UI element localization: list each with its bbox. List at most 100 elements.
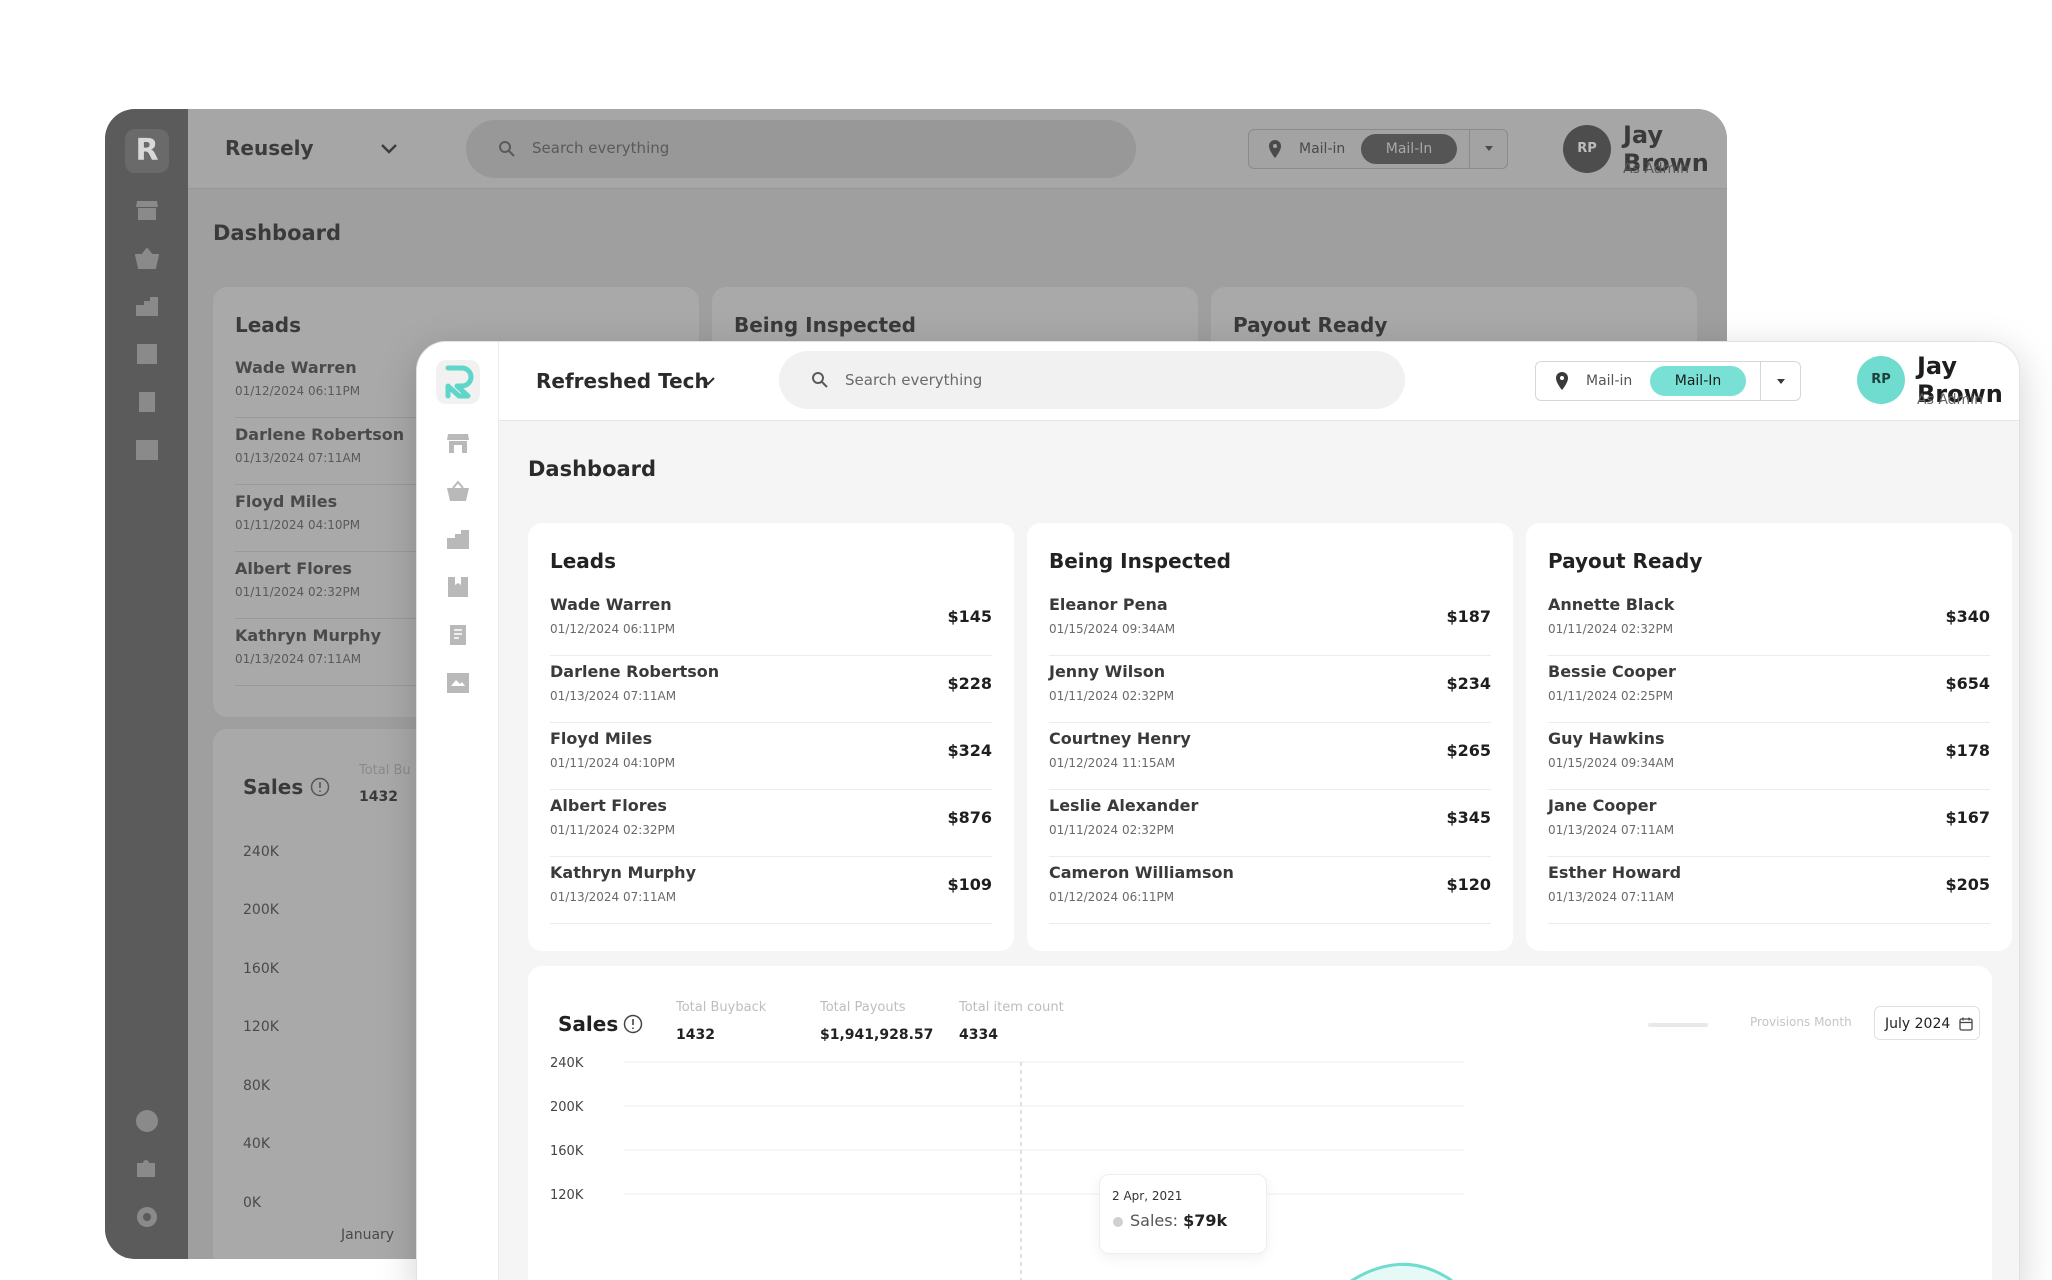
back-topbar: Reusely Search everything Mail-in Mail-I…	[188, 109, 1727, 189]
item-date: 01/11/2024 02:32PM	[235, 585, 361, 599]
back-brand-name[interactable]: Reusely	[225, 136, 314, 160]
page-title: Dashboard	[528, 457, 657, 481]
y-tick-label: 200K	[550, 1100, 584, 1115]
item-name: Darlene Robertson	[235, 425, 405, 444]
help-icon[interactable]	[135, 1109, 159, 1133]
list-item[interactable]: Jane Cooper 01/13/2024 07:11AM $167	[1548, 790, 1990, 857]
info-icon[interactable]	[623, 1014, 643, 1034]
caret-down-icon[interactable]	[1481, 140, 1497, 156]
item-amount: $265	[1446, 741, 1491, 760]
item-name: Kathryn Murphy	[235, 626, 381, 645]
document-icon[interactable]	[135, 391, 159, 413]
back-toggle-option-1[interactable]: Mail-in	[1299, 141, 1345, 157]
tooltip-dot	[1113, 1217, 1123, 1227]
avatar[interactable]: RP	[1857, 356, 1905, 404]
tooltip-date: 2 Apr, 2021	[1112, 1189, 1183, 1203]
list-item[interactable]: Annette Black 01/11/2024 02:32PM $340	[1548, 589, 1990, 656]
tooltip-value-line: Sales: $79k	[1130, 1211, 1227, 1230]
item-name: Wade Warren	[550, 595, 672, 614]
back-search-bar[interactable]: Search everything	[466, 120, 1136, 178]
search-input[interactable]	[845, 365, 1365, 395]
list-item[interactable]: Bessie Cooper 01/11/2024 02:25PM $654	[1548, 656, 1990, 723]
store-icon[interactable]	[135, 199, 159, 221]
item-amount: $178	[1945, 741, 1990, 760]
stat-label: Total Buyback	[676, 1000, 767, 1015]
back-card-title: Payout Ready	[1233, 313, 1388, 337]
item-date: 01/11/2024 02:25PM	[1548, 689, 1674, 703]
item-date: 01/13/2024 07:11AM	[550, 689, 677, 703]
month-picker[interactable]: July 2024	[1874, 1006, 1980, 1040]
item-name: Jenny Wilson	[1049, 662, 1166, 681]
item-date: 01/13/2024 07:11AM	[235, 451, 362, 465]
item-date: 01/12/2024 06:11PM	[550, 622, 676, 636]
card-title: Payout Ready	[1548, 549, 1703, 573]
caret-down-icon[interactable]	[1773, 373, 1789, 389]
item-amount: $187	[1446, 607, 1491, 626]
list-item[interactable]: Albert Flores 01/11/2024 02:32PM $876	[550, 790, 992, 857]
list-item[interactable]: Kathryn Murphy 01/13/2024 07:11AM $109	[550, 857, 992, 924]
top-bar: Refreshed Tech Mail-in Mail-In RP Jay Br…	[499, 342, 2019, 421]
card-being-inspected: Being Inspected Eleanor Pena 01/15/2024 0…	[1027, 523, 1513, 951]
inbox-icon[interactable]	[135, 439, 159, 461]
item-amount: $234	[1446, 674, 1491, 693]
search-icon	[812, 372, 828, 388]
settings-icon[interactable]	[135, 1205, 159, 1229]
list-item[interactable]: Leslie Alexander 01/11/2024 02:32PM $345	[1049, 790, 1491, 857]
list-item[interactable]: Jenny Wilson 01/11/2024 02:32PM $234	[1049, 656, 1491, 723]
stat-label: Total item count	[959, 1000, 1064, 1015]
toggle-option-mail-in[interactable]: Mail-in	[1586, 373, 1632, 389]
item-name: Guy Hawkins	[1548, 729, 1665, 748]
list-item[interactable]: Cameron Williamson 01/12/2024 06:11PM $120	[1049, 857, 1491, 924]
calendar-icon	[1959, 1017, 1973, 1031]
item-name: Bessie Cooper	[1548, 662, 1676, 681]
list-item[interactable]: Guy Hawkins 01/15/2024 09:34AM $178	[1548, 723, 1990, 790]
item-amount: $145	[947, 607, 992, 626]
item-name: Jane Cooper	[1548, 796, 1657, 815]
toggle-option-mail-in-active[interactable]: Mail-In	[1650, 366, 1746, 396]
item-amount: $654	[1945, 674, 1990, 693]
back-search-placeholder: Search everything	[532, 139, 670, 157]
back-avatar[interactable]: RP	[1563, 125, 1611, 173]
bookmark-icon[interactable]	[446, 576, 470, 598]
back-mail-toggle[interactable]: Mail-in Mail-In	[1248, 129, 1508, 169]
item-date: 01/12/2024 11:15AM	[1049, 756, 1176, 770]
item-date: 01/11/2024 04:10PM	[550, 756, 676, 770]
back-card-title: Leads	[235, 313, 302, 337]
list-item[interactable]: Floyd Miles 01/11/2024 04:10PM $324	[550, 723, 992, 790]
item-date: 01/11/2024 02:32PM	[1548, 622, 1674, 636]
item-amount: $120	[1446, 875, 1491, 894]
item-name: Floyd Miles	[235, 492, 338, 511]
search-icon	[499, 141, 515, 157]
tooltip-label: Sales:	[1130, 1211, 1178, 1230]
list-item[interactable]: Darlene Robertson 01/13/2024 07:11AM $228	[550, 656, 992, 723]
inbox-icon[interactable]	[446, 672, 470, 694]
puzzle-icon[interactable]	[135, 1157, 159, 1181]
stat-value: 4334	[959, 1027, 998, 1043]
store-icon[interactable]	[446, 432, 470, 454]
item-name: Eleanor Pena	[1049, 595, 1168, 614]
document-icon[interactable]	[446, 624, 470, 646]
business-selector[interactable]: Refreshed Tech	[536, 369, 709, 393]
back-x-tick: January	[341, 1227, 395, 1243]
basket-icon[interactable]	[446, 480, 470, 502]
list-item[interactable]: Courtney Henry 01/12/2024 11:15AM $265	[1049, 723, 1491, 790]
back-toggle-option-2[interactable]: Mail-In	[1361, 134, 1457, 164]
brand-logo[interactable]	[436, 360, 480, 404]
list-item[interactable]: Wade Warren 01/12/2024 06:11PM $145	[550, 589, 992, 656]
list-item[interactable]: Eleanor Pena 01/15/2024 09:34AM $187	[1049, 589, 1491, 656]
chevron-down-icon[interactable]	[378, 137, 400, 159]
user-role: As Admin	[1917, 392, 1983, 408]
boxes-icon[interactable]	[135, 295, 159, 317]
card-payout-ready: Payout Ready Annette Black 01/11/2024 02:…	[1526, 523, 2012, 951]
item-date: 01/11/2024 02:32PM	[550, 823, 676, 837]
item-name: Floyd Miles	[550, 729, 653, 748]
bookmark-icon[interactable]	[135, 343, 159, 365]
item-date: 01/11/2024 04:10PM	[235, 518, 361, 532]
item-amount: $109	[947, 875, 992, 894]
list-item[interactable]: Esther Howard 01/13/2024 07:11AM $205	[1548, 857, 1990, 924]
chevron-down-icon[interactable]	[697, 370, 719, 392]
item-name: Esther Howard	[1548, 863, 1682, 882]
back-page-title: Dashboard	[213, 221, 342, 245]
basket-icon[interactable]	[135, 247, 159, 269]
boxes-icon[interactable]	[446, 528, 470, 550]
